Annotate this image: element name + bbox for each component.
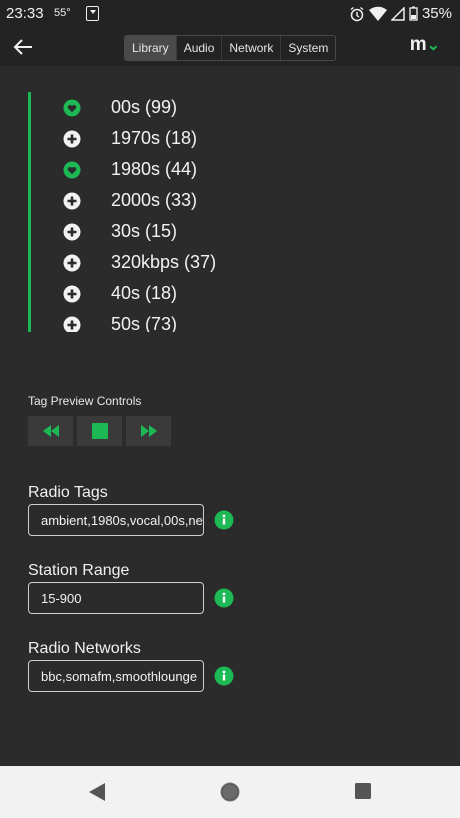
nav-home-icon[interactable] bbox=[220, 782, 240, 802]
tag-label: 1970s (18) bbox=[111, 128, 198, 148]
heart-icon[interactable] bbox=[63, 99, 81, 117]
app-logo[interactable]: m⌄ bbox=[410, 34, 440, 56]
status-icons: 35% bbox=[349, 5, 452, 22]
tab-library[interactable]: Library bbox=[125, 36, 177, 60]
tag-label: 1980s (44) bbox=[111, 159, 198, 179]
back-arrow-icon[interactable] bbox=[12, 36, 34, 58]
rewind-button[interactable] bbox=[28, 416, 73, 446]
rewind-icon bbox=[42, 425, 59, 437]
station-range-input[interactable]: 15-900 bbox=[28, 582, 204, 614]
tag-label: 50s (73) bbox=[111, 314, 178, 332]
system-navigation-bar bbox=[0, 766, 460, 818]
stop-icon bbox=[91, 423, 108, 439]
plus-icon[interactable] bbox=[63, 285, 81, 303]
tag-label: 00s (99) bbox=[111, 97, 178, 117]
status-temperature: 55° bbox=[54, 7, 71, 19]
radio-tags-label: Radio Tags bbox=[28, 484, 108, 501]
status-time: 23:33 bbox=[6, 5, 44, 22]
stop-button[interactable] bbox=[77, 416, 122, 446]
tab-audio[interactable]: Audio bbox=[176, 36, 223, 60]
plus-icon[interactable] bbox=[63, 316, 81, 332]
tag-label: 40s (18) bbox=[111, 283, 178, 303]
list-item[interactable]: 50s (73) bbox=[31, 309, 391, 332]
tag-label: 30s (15) bbox=[111, 221, 178, 241]
download-icon bbox=[86, 6, 99, 21]
list-item[interactable]: 2000s (33) bbox=[31, 185, 391, 216]
tag-list: 00s (99) 1970s (18) 1980s (44) 2000s (33… bbox=[28, 92, 391, 332]
info-icon[interactable] bbox=[214, 588, 234, 608]
tab-system[interactable]: System bbox=[281, 36, 336, 60]
nav-back-icon[interactable] bbox=[88, 782, 106, 802]
tag-label: 2000s (33) bbox=[111, 190, 198, 210]
list-item[interactable]: 320kbps (37) bbox=[31, 247, 391, 278]
nav-recents-icon[interactable] bbox=[354, 782, 372, 800]
plus-icon[interactable] bbox=[63, 223, 81, 241]
fast-forward-icon bbox=[140, 425, 157, 437]
plus-icon[interactable] bbox=[63, 192, 81, 210]
tag-preview-controls bbox=[28, 416, 171, 446]
info-icon[interactable] bbox=[214, 510, 234, 530]
settings-tabs: Library Audio Network System bbox=[124, 35, 337, 61]
wifi-icon bbox=[368, 6, 387, 21]
chevron-down-icon: ⌄ bbox=[426, 37, 440, 54]
list-item[interactable]: 1980s (44) bbox=[31, 154, 391, 185]
app-header: Library Audio Network System m⌄ bbox=[0, 28, 460, 66]
heart-icon[interactable] bbox=[63, 161, 81, 179]
plus-icon[interactable] bbox=[63, 130, 81, 148]
status-bar: 23:33 55° 35% bbox=[0, 0, 460, 28]
tag-label: 320kbps (37) bbox=[111, 252, 217, 272]
station-range-label: Station Range bbox=[28, 562, 130, 579]
signal-icon bbox=[390, 6, 405, 21]
battery-icon bbox=[409, 6, 418, 21]
fast-forward-button[interactable] bbox=[126, 416, 171, 446]
tab-network[interactable]: Network bbox=[222, 36, 282, 60]
logo-text: m bbox=[409, 34, 427, 55]
list-item[interactable]: 40s (18) bbox=[31, 278, 391, 309]
list-item[interactable]: 1970s (18) bbox=[31, 123, 391, 154]
radio-networks-input[interactable]: bbc,somafm,smoothlounge bbox=[28, 660, 204, 692]
alarm-icon bbox=[350, 6, 364, 21]
tag-preview-title: Tag Preview Controls bbox=[28, 394, 142, 408]
battery-percent: 35% bbox=[421, 5, 452, 22]
radio-networks-label: Radio Networks bbox=[28, 640, 141, 657]
list-item[interactable]: 00s (99) bbox=[31, 92, 391, 123]
radio-tags-input[interactable]: ambient,1980s,vocal,00s,new bbox=[28, 504, 204, 536]
list-item[interactable]: 30s (15) bbox=[31, 216, 391, 247]
plus-icon[interactable] bbox=[63, 254, 81, 272]
info-icon[interactable] bbox=[214, 666, 234, 686]
